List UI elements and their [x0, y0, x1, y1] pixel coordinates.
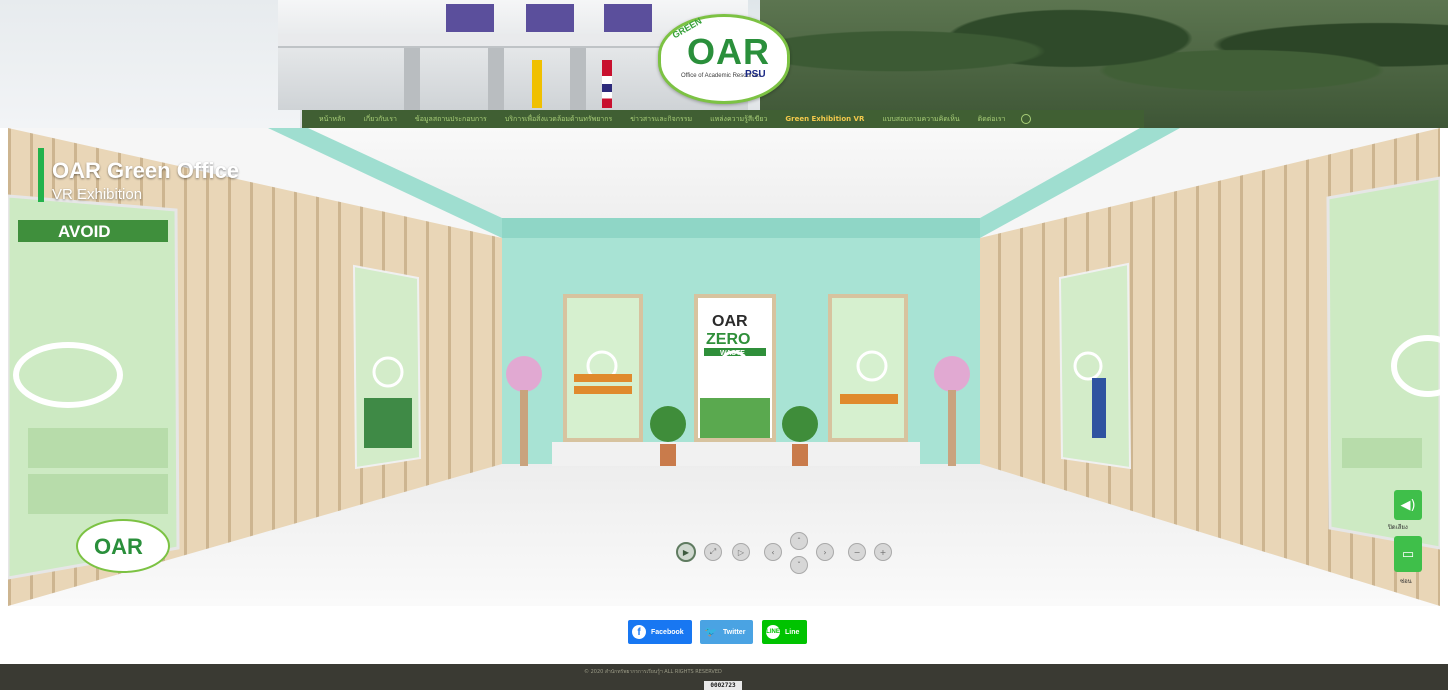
building-window: [604, 4, 652, 32]
twitter-icon: 🐦: [704, 626, 718, 638]
oar-green-logo[interactable]: GREEN OAR Office of Academic Resources P…: [658, 14, 790, 104]
poster-back-left-bar: [574, 374, 632, 382]
search-icon[interactable]: [1020, 114, 1031, 124]
logo-oar-text: OAR: [687, 31, 770, 72]
nav-item-about[interactable]: เกี่ยวกับเรา: [354, 110, 405, 128]
poster-right-small-figure: [1092, 378, 1106, 438]
share-facebook-label: Facebook: [651, 628, 684, 636]
facebook-icon: f: [632, 625, 646, 639]
poster-avoid-title: AVOID: [58, 222, 111, 241]
autorotate-button[interactable]: ▷: [732, 543, 750, 561]
sky-background: [0, 0, 300, 128]
nav-item-services[interactable]: บริการเพื่อสิ่งแวดล้อมด้านทรัพยากร: [496, 110, 621, 128]
poster-back-right-bar: [840, 394, 898, 404]
poster-back-left-bar: [574, 386, 632, 394]
play-button[interactable]: ▶: [676, 542, 696, 562]
nav-item-home[interactable]: หน้าหลัก: [310, 110, 354, 128]
building-pillar: [404, 48, 420, 110]
sound-toggle-button[interactable]: ◀): [1394, 490, 1422, 520]
blossom-left: [506, 356, 542, 392]
vr-title: OAR Green Office: [52, 158, 240, 183]
share-facebook-button[interactable]: f Facebook: [628, 620, 692, 644]
screen-icon: ▭: [1401, 546, 1415, 562]
plant-right: [782, 406, 818, 442]
line-icon: LINE: [766, 625, 780, 639]
floor-logo-text: OAR: [94, 534, 143, 559]
zoom-out-button[interactable]: −: [848, 543, 866, 561]
pedestal: [552, 442, 920, 466]
nav-item-survey[interactable]: แบบสอบถามความคิดเห็น: [873, 110, 968, 128]
nav-item-contact[interactable]: ติดต่อเรา: [969, 110, 1015, 128]
hide-ui-button[interactable]: ▭: [1394, 536, 1422, 572]
building-window: [526, 4, 574, 32]
footer-copyright: © 2020 สำนักทรัพยากรการเรียนรู้ฯ ALL RIG…: [584, 669, 722, 675]
title-accent-bar: [38, 148, 44, 202]
nav-item-green-exhibition-vr[interactable]: Green Exhibition VR: [776, 110, 873, 128]
poster-zero-line2: ZERO: [706, 331, 750, 348]
share-twitter-button[interactable]: 🐦 Twitter: [700, 620, 754, 644]
visitor-counter: 0002723: [704, 681, 742, 690]
pot-right: [792, 444, 808, 466]
vase-right: [948, 390, 956, 466]
building-window: [446, 4, 494, 32]
trees-background: [760, 0, 1448, 128]
header-banner: GREEN OAR Office of Academic Resources P…: [0, 0, 1448, 128]
fullscreen-button[interactable]: ⤢: [704, 543, 722, 561]
poster-back-right: [828, 294, 908, 442]
nav-item-news[interactable]: ข่าวสารและกิจกรรม: [621, 110, 701, 128]
flag: [532, 60, 542, 108]
flag: [602, 60, 612, 108]
zoom-in-button[interactable]: +: [874, 543, 892, 561]
poster-right-big-block: [1342, 438, 1422, 468]
poster-avoid-block: [28, 428, 168, 468]
main-nav: หน้าหลัก เกี่ยวกับเรา ข้อมูลสถานประกอบกา…: [302, 110, 1144, 128]
poster-zero-line1: OAR: [712, 313, 748, 330]
vr-viewer[interactable]: AVOID OAR OAR ZERO WASTE ▶ ⤢ ▷ ‹ ˆ ˇ › −…: [8, 128, 1440, 606]
plant-left: [650, 406, 686, 442]
vr-subtitle: VR Exhibition: [52, 186, 143, 203]
pan-right-button[interactable]: ›: [816, 543, 834, 561]
building-pillar: [570, 48, 586, 110]
ceiling-trim-back: [502, 218, 980, 238]
share-line-button[interactable]: LINE Line: [762, 620, 808, 644]
share-twitter-label: Twitter: [723, 628, 746, 636]
blossom-right: [934, 356, 970, 392]
vase-left: [520, 390, 528, 466]
poster-right-big: [1326, 176, 1440, 550]
poster-zero-field: [700, 398, 770, 438]
logo-psu: PSU: [745, 69, 766, 80]
poster-back-left: [563, 294, 643, 442]
sound-toggle-label: ปิดเสียง: [1388, 524, 1408, 531]
share-line-label: Line: [785, 628, 800, 636]
nav-item-knowledge[interactable]: แหล่งความรู้สีเขียว: [701, 110, 776, 128]
nav-item-info[interactable]: ข้อมูลสถานประกอบการ: [406, 110, 496, 128]
pan-left-button[interactable]: ‹: [764, 543, 782, 561]
pan-up-button[interactable]: ˆ: [790, 532, 808, 550]
pot-left: [660, 444, 676, 466]
vr-room-scene: AVOID OAR OAR ZERO WASTE: [8, 128, 1440, 606]
hide-ui-label: ซ่อน: [1400, 578, 1412, 585]
speaker-icon: ◀): [1400, 497, 1416, 513]
poster-avoid-block: [28, 474, 168, 514]
poster-left-small-figure: [364, 398, 412, 448]
poster-avoid: [8, 194, 180, 580]
building-pillar: [488, 48, 504, 110]
pan-down-button[interactable]: ˇ: [790, 556, 808, 574]
